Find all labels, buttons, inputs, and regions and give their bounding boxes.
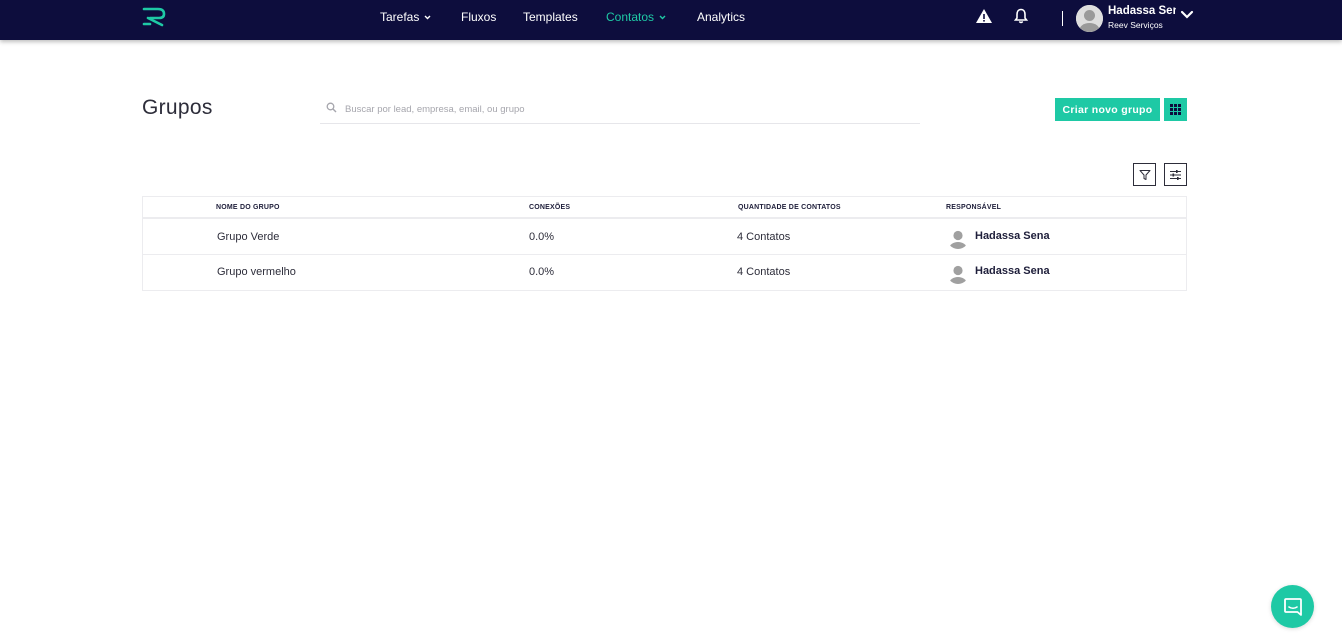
page-title: Grupos bbox=[142, 96, 213, 119]
reev-logo-icon[interactable] bbox=[142, 6, 168, 28]
chat-icon bbox=[1283, 597, 1302, 616]
navbar-divider bbox=[1062, 11, 1063, 26]
search-icon bbox=[326, 102, 337, 113]
owner-avatar bbox=[947, 262, 969, 284]
group-name[interactable]: Grupo Verde bbox=[217, 231, 279, 243]
groups-table: Nome do grupo Conexões Quantidade de con… bbox=[142, 196, 1187, 291]
nav-item-analytics[interactable]: Analytics bbox=[697, 0, 745, 34]
group-connections: 0.0% bbox=[529, 266, 555, 278]
filter-icon bbox=[1139, 169, 1150, 180]
column-header-connections[interactable]: Conexões bbox=[529, 204, 570, 211]
nav-item-templates[interactable]: Templates bbox=[523, 0, 578, 34]
column-header-owner[interactable]: Responsável bbox=[946, 204, 1001, 211]
nav-item-fluxos[interactable]: Fluxos bbox=[461, 0, 496, 34]
column-header-name[interactable]: Nome do grupo bbox=[216, 204, 280, 211]
table-row[interactable]: Grupo Verde 0.0% 4 Contatos Hadassa Sena bbox=[143, 220, 1186, 255]
bell-icon[interactable] bbox=[1012, 7, 1030, 25]
nav-item-label: Contatos bbox=[606, 10, 655, 24]
grid-view-button[interactable] bbox=[1164, 98, 1187, 121]
top-navbar: Tarefas Fluxos Templates Contatos Analyt… bbox=[0, 0, 1342, 40]
group-contacts-count: 4 Contatos bbox=[737, 266, 791, 278]
user-name[interactable]: Hadassa Sena bbox=[1108, 5, 1176, 17]
user-avatar[interactable] bbox=[1076, 5, 1103, 32]
nav-item-contatos[interactable]: Contatos bbox=[606, 0, 666, 34]
user-company: Reev Serviços bbox=[1108, 20, 1163, 30]
group-connections: 0.0% bbox=[529, 231, 555, 243]
chevron-down-icon bbox=[424, 12, 431, 22]
group-name[interactable]: Grupo vermelho bbox=[217, 266, 296, 278]
table-row[interactable]: Grupo vermelho 0.0% 4 Contatos Hadassa S… bbox=[143, 255, 1186, 290]
sliders-icon bbox=[1170, 169, 1181, 180]
table-header: Nome do grupo Conexões Quantidade de con… bbox=[143, 197, 1186, 219]
column-header-contacts[interactable]: Quantidade de contatos bbox=[738, 204, 841, 211]
nav-item-label: Fluxos bbox=[461, 10, 497, 24]
chevron-down-icon[interactable] bbox=[1180, 10, 1194, 20]
group-owner: Hadassa Sena bbox=[975, 265, 1050, 277]
create-group-button[interactable]: Criar novo grupo bbox=[1055, 98, 1160, 121]
group-contacts-count: 4 Contatos bbox=[737, 231, 791, 243]
nav-item-label: Analytics bbox=[697, 10, 746, 24]
filter-button[interactable] bbox=[1133, 163, 1156, 186]
owner-avatar bbox=[947, 227, 969, 249]
nav-item-label: Tarefas bbox=[380, 10, 420, 24]
nav-item-tarefas[interactable]: Tarefas bbox=[380, 0, 431, 34]
search-input[interactable] bbox=[345, 100, 905, 118]
warning-icon[interactable] bbox=[975, 7, 993, 25]
search-bar bbox=[320, 96, 920, 124]
chevron-down-icon bbox=[659, 12, 666, 22]
nav-item-label: Templates bbox=[523, 10, 578, 24]
settings-sliders-button[interactable] bbox=[1164, 163, 1187, 186]
grid-icon bbox=[1170, 104, 1181, 115]
chat-support-button[interactable] bbox=[1271, 585, 1314, 628]
group-owner: Hadassa Sena bbox=[975, 230, 1050, 242]
